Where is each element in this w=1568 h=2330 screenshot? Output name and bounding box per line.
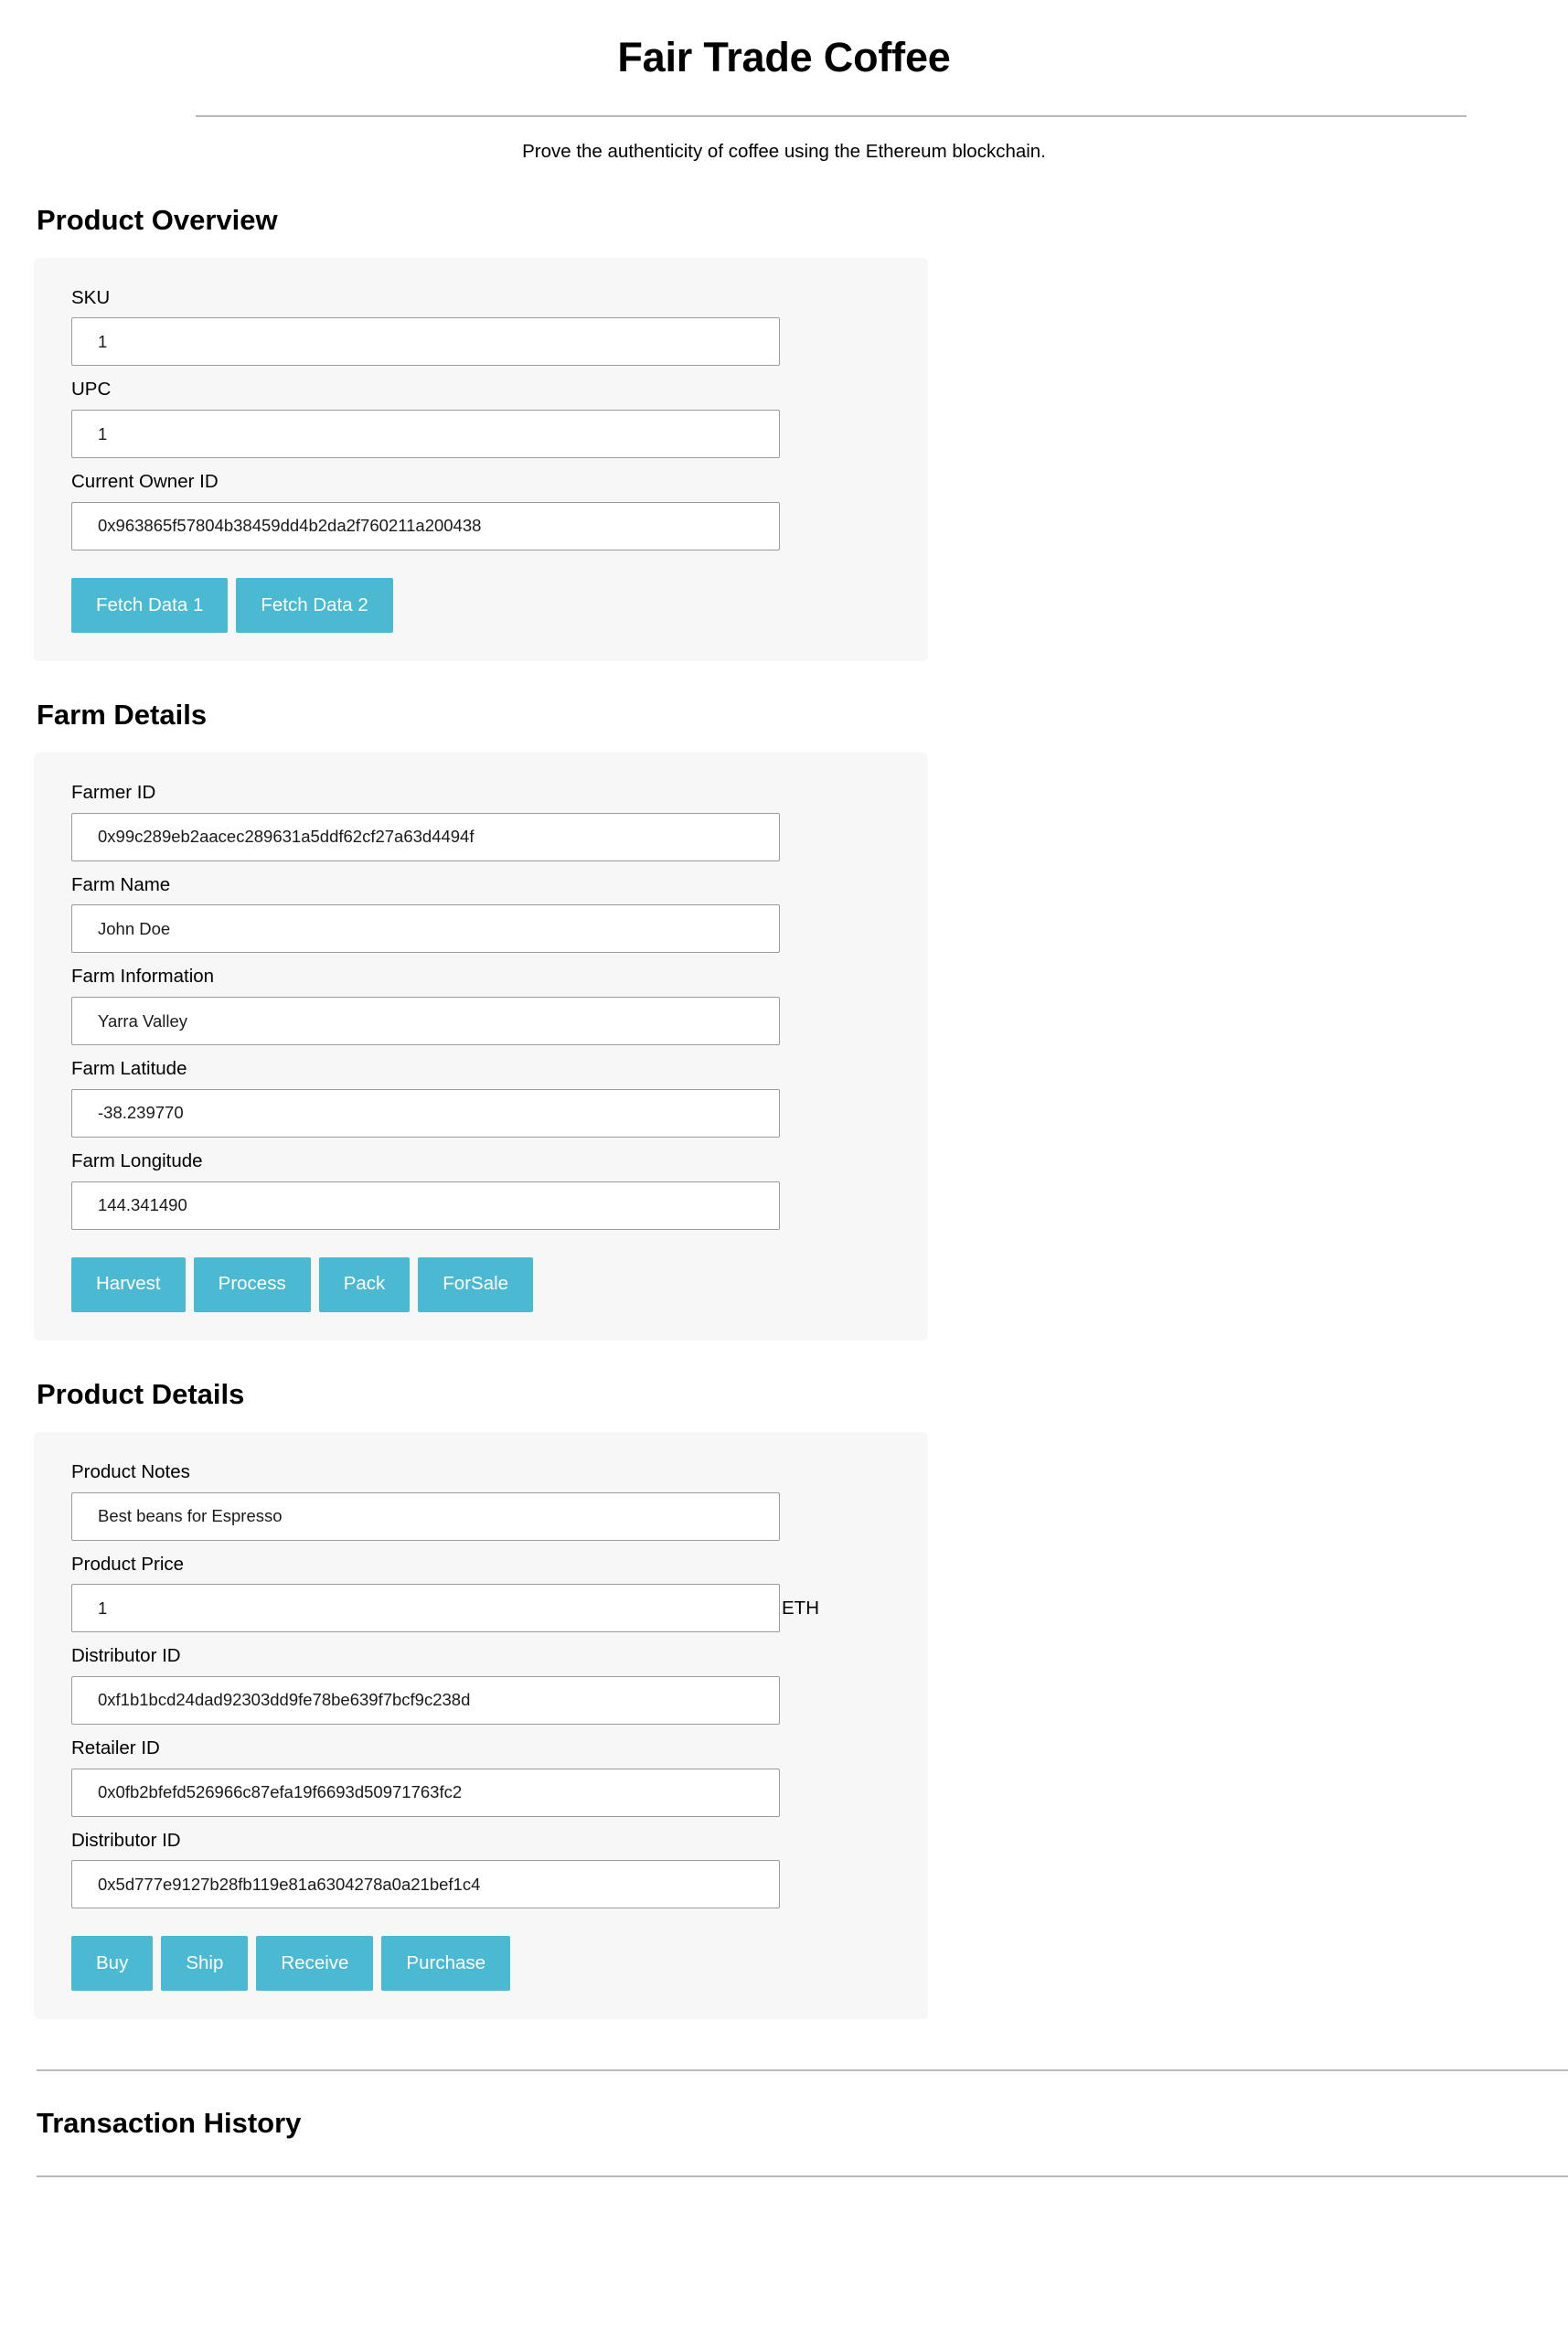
field-label-distributor-id: Distributor ID	[71, 1645, 181, 1667]
ledger-divider-bottom	[37, 2175, 1568, 2177]
field-farm-name: Farm Name	[71, 871, 891, 954]
page-header: Fair Trade Coffee Prove the authenticity…	[0, 0, 1568, 163]
field-farm-longitude: Farm Longitude	[71, 1148, 891, 1230]
app-page: Fair Trade Coffee Prove the authenticity…	[0, 0, 1568, 2177]
fetch-data-1-button[interactable]: Fetch Data 1	[71, 577, 229, 633]
field-label-retailer-id: Retailer ID	[71, 1737, 160, 1758]
farm-latitude-input[interactable]	[71, 1088, 780, 1138]
section-heading-product-details: Product Details	[37, 1377, 245, 1410]
farm-details-card: Farmer ID Farm Name Farm Information Far…	[34, 753, 928, 1341]
consumer-distributor-id-input[interactable]	[71, 1860, 780, 1909]
section-heading-transaction-history: Transaction History	[37, 2107, 302, 2140]
field-label-farm-longitude: Farm Longitude	[71, 1149, 203, 1171]
field-label-current-owner-id: Current Owner ID	[71, 471, 219, 493]
field-farmer-id: Farmer ID	[71, 779, 891, 861]
farm-name-input[interactable]	[71, 904, 780, 954]
field-label-product-notes: Product Notes	[71, 1460, 190, 1482]
purchase-button[interactable]: Purchase	[381, 1936, 511, 1992]
section-heading-farm-details: Farm Details	[37, 698, 208, 731]
distributor-id-input[interactable]	[71, 1675, 780, 1725]
product-price-input[interactable]	[71, 1584, 780, 1633]
retailer-id-input[interactable]	[71, 1768, 780, 1817]
field-retailer-id: Retailer ID	[71, 1735, 891, 1817]
header-divider	[196, 114, 1467, 117]
product-details-actions: Buy Ship Receive Purchase	[71, 1936, 891, 1992]
field-label-product-price: Product Price	[71, 1553, 185, 1575]
farm-details-actions: Harvest Process Pack ForSale	[71, 1256, 891, 1312]
product-details-card: Product Notes Product Price ETH Distribu…	[34, 1431, 928, 2020]
field-product-notes: Product Notes	[71, 1459, 891, 1541]
field-sku: SKU	[71, 284, 891, 367]
field-label-sku: SKU	[71, 286, 111, 308]
field-consumer-distributor-id: Distributor ID	[71, 1827, 891, 1909]
sku-input[interactable]	[71, 317, 780, 367]
field-distributor-id: Distributor ID	[71, 1642, 891, 1725]
section-heading-product-overview: Product Overview	[37, 203, 278, 236]
product-price-row: ETH	[71, 1584, 891, 1633]
field-upc: UPC	[71, 376, 891, 459]
process-button[interactable]: Process	[193, 1256, 311, 1312]
field-label-consumer-distributor-id: Distributor ID	[71, 1829, 181, 1851]
field-current-owner-id: Current Owner ID	[71, 468, 891, 550]
field-label-farm-latitude: Farm Latitude	[71, 1058, 187, 1080]
field-label-farmer-id: Farmer ID	[71, 782, 156, 804]
product-overview-actions: Fetch Data 1 Fetch Data 2	[71, 577, 891, 633]
product-overview-card: SKU UPC Current Owner ID Fetch Data 1 Fe…	[34, 257, 928, 661]
current-owner-id-input[interactable]	[71, 501, 780, 550]
field-farm-latitude: Farm Latitude	[71, 1055, 891, 1138]
farmer-id-input[interactable]	[71, 812, 780, 861]
page-title: Fair Trade Coffee	[617, 34, 951, 80]
ship-button[interactable]: Ship	[161, 1936, 249, 1992]
buy-button[interactable]: Buy	[71, 1936, 154, 1992]
fetch-data-2-button[interactable]: Fetch Data 2	[236, 577, 393, 633]
farm-longitude-input[interactable]	[71, 1181, 780, 1230]
forsale-button[interactable]: ForSale	[418, 1256, 534, 1312]
product-price-unit-label: ETH	[782, 1597, 819, 1619]
receive-button[interactable]: Receive	[256, 1936, 374, 1992]
field-product-price: Product Price ETH	[71, 1551, 891, 1633]
ledger-divider-top	[37, 2069, 1568, 2072]
farm-information-input[interactable]	[71, 997, 780, 1046]
field-label-farm-name: Farm Name	[71, 873, 171, 895]
field-label-upc: UPC	[71, 379, 112, 401]
page-subtitle: Prove the authenticity of coffee using t…	[522, 140, 1046, 162]
pack-button[interactable]: Pack	[318, 1256, 411, 1312]
field-label-farm-information: Farm Information	[71, 966, 215, 988]
upc-input[interactable]	[71, 410, 780, 459]
field-farm-information: Farm Information	[71, 963, 891, 1046]
product-notes-input[interactable]	[71, 1491, 780, 1541]
harvest-button[interactable]: Harvest	[71, 1256, 186, 1312]
